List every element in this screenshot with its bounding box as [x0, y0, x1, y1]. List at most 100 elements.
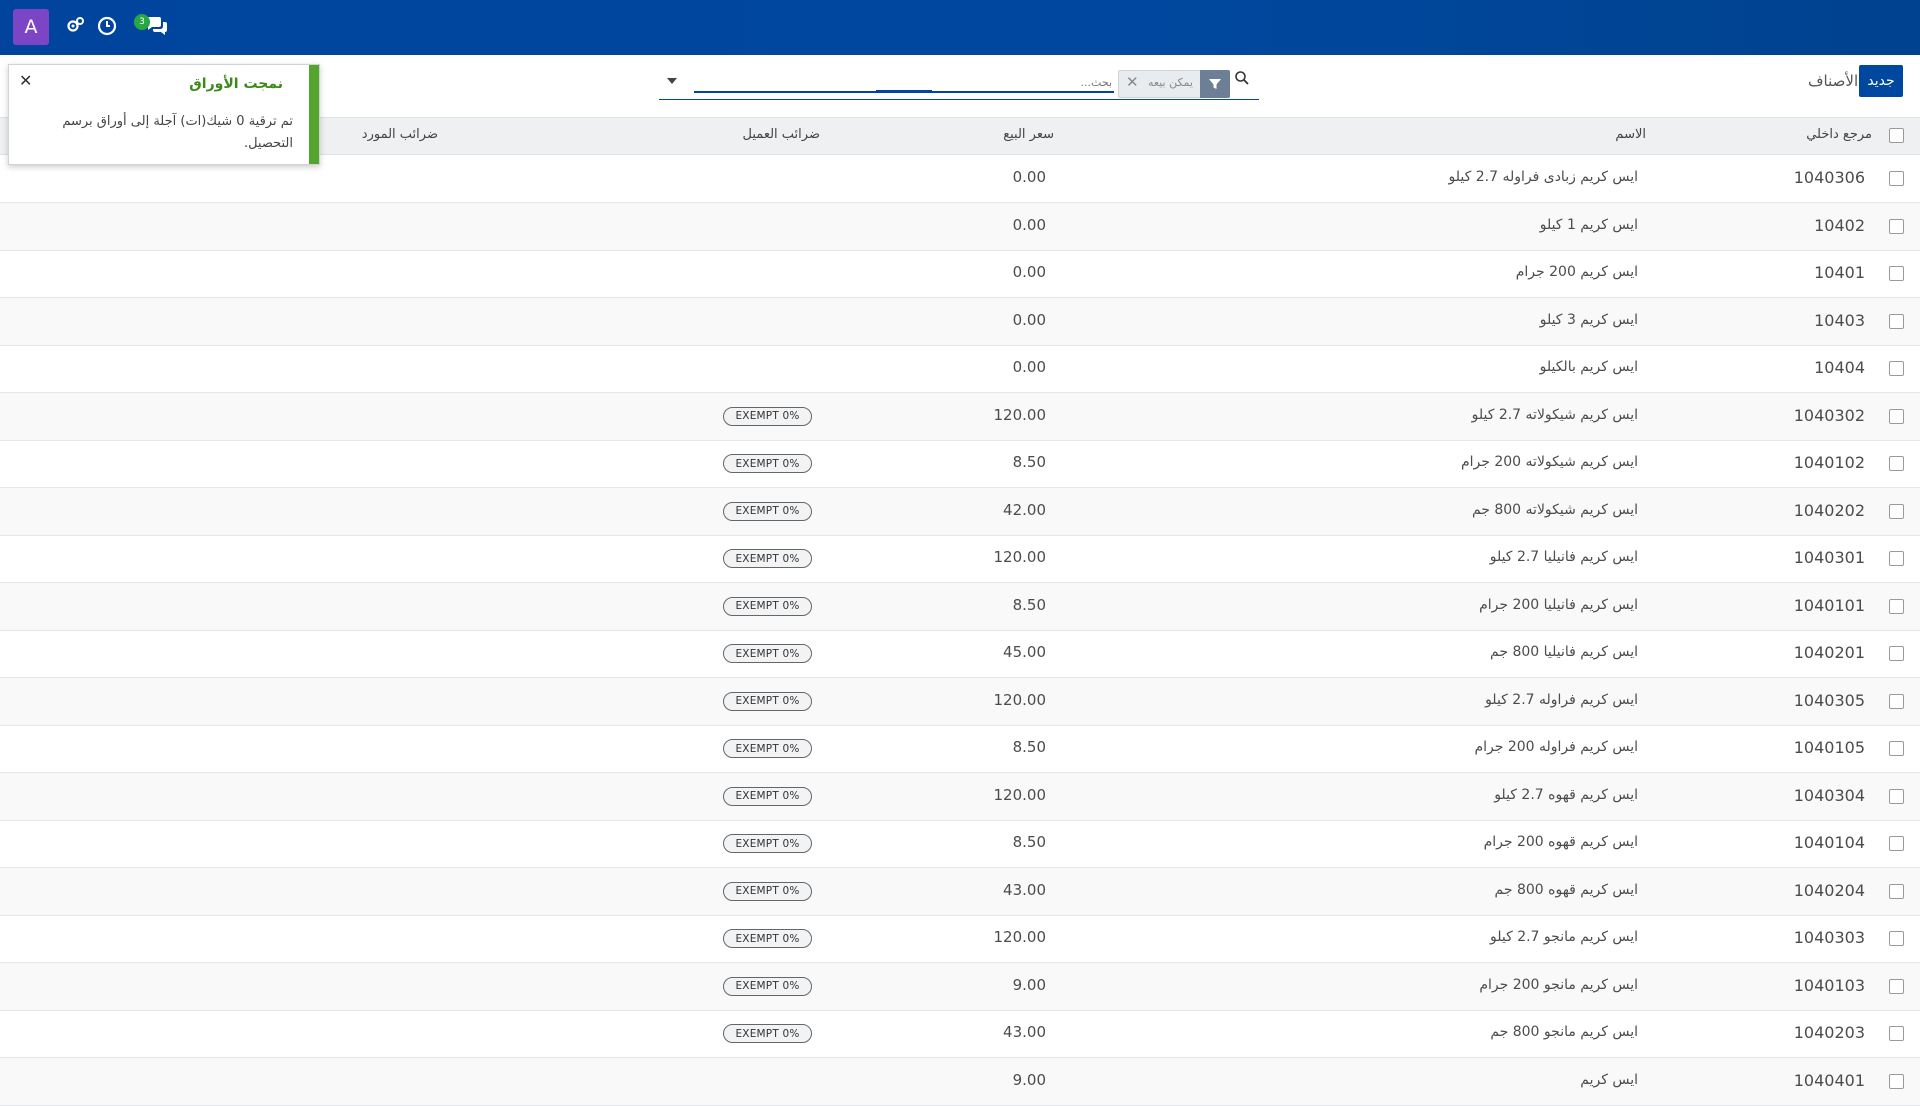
row-checkbox[interactable]	[1889, 883, 1904, 899]
row-checkbox[interactable]	[1889, 218, 1904, 234]
search-focus-indicator	[876, 90, 932, 93]
table-row[interactable]: 1040304 ايس كريم قهوه 2.7 كيلو 120.00 EXEMP…	[0, 772, 1920, 821]
activity-clock-icon[interactable]	[96, 15, 120, 39]
table-row[interactable]: 1040104 ايس كريم قهوه 200 جرام 8.50 EXEMPT …	[0, 820, 1920, 868]
table-row[interactable]: 1040101 ايس كريم فانيليا 200 جرام 8.50 EXEM…	[0, 582, 1920, 631]
cell-name: ايس كريم فراوله 2.7 كيلو	[1485, 691, 1638, 708]
search-icon[interactable]	[1234, 70, 1254, 90]
table-row[interactable]: 10402 ايس كريم 1 كيلو 0.00	[0, 202, 1920, 251]
cell-name: ايس كريم شيكولاته 200 جرام	[1460, 454, 1638, 470]
table-row[interactable]: 1040204 ايس كريم قهوه 800 جم 43.00 EXEMPT 0…	[0, 867, 1920, 916]
cell-name: ايس كريم 200 جرام	[1515, 264, 1638, 280]
row-checkbox[interactable]	[1889, 266, 1904, 281]
cell-name: ايس كريم فراوله 200 جرام	[1474, 739, 1638, 755]
header-customer-taxes[interactable]: ضرائب العميل	[743, 127, 820, 142]
facet-remove-icon[interactable]: ✕	[1126, 73, 1139, 91]
cell-sale-price: 120.00	[993, 785, 1047, 804]
row-checkbox[interactable]	[1889, 978, 1904, 994]
table-row[interactable]: 1040203 ايس كريم مانجو 800 جم 43.00 EXEMPT …	[0, 1010, 1920, 1058]
customer-tax-badge: EXEMPT 0%	[723, 596, 812, 616]
table-row[interactable]: 10404 ايس كريم بالكيلو 0.00	[0, 345, 1920, 393]
search-options-caret-icon[interactable]	[667, 78, 677, 84]
header-internal-ref[interactable]: مرجع داخلي	[1806, 127, 1872, 142]
header-sale-price[interactable]: سعر البيع	[1003, 127, 1054, 142]
row-checkbox[interactable]	[1889, 741, 1904, 756]
cell-sale-price: 43.00	[1003, 880, 1046, 899]
table-row[interactable]: 1040302 ايس كريم شيكولاته 2.7 كيلو 120.00 E…	[0, 392, 1920, 441]
messages-count-badge: 3	[134, 14, 150, 30]
table-row[interactable]: 1040303 ايس كريم مانجو 2.7 كيلو 120.00 EXEM…	[0, 915, 1920, 963]
table-row[interactable]: 1040301 ايس كريم فانيليا 2.7 كيلو 120.00 EX…	[0, 535, 1920, 583]
row-checkbox[interactable]	[1889, 931, 1904, 946]
cell-name: ايس كريم زبادى فراوله 2.7 كيلو	[1448, 169, 1638, 185]
cell-internal-ref: 1040201	[1793, 643, 1865, 662]
customer-tax-badge: EXEMPT 0%	[723, 834, 812, 853]
row-checkbox[interactable]	[1889, 503, 1904, 519]
row-checkbox[interactable]	[1889, 361, 1904, 376]
cell-name: ايس كريم قهوه 800 جم	[1494, 881, 1638, 898]
toast-status-bar	[309, 65, 319, 164]
row-checkbox[interactable]	[1889, 598, 1904, 614]
cell-name: ايس كريم فانيليا 2.7 كيلو	[1489, 549, 1638, 565]
row-checkbox[interactable]	[1889, 693, 1904, 709]
customer-tax-badge: EXEMPT 0%	[723, 739, 812, 758]
row-checkbox[interactable]	[1889, 408, 1904, 424]
row-checkbox[interactable]	[1889, 836, 1904, 851]
customer-tax-badge: EXEMPT 0%	[723, 929, 812, 948]
select-all-checkbox[interactable]	[1889, 128, 1904, 143]
settings-gears-icon[interactable]	[66, 15, 90, 39]
table-row[interactable]: 1040305 ايس كريم فراوله 2.7 كيلو 120.00 EXE…	[0, 677, 1920, 726]
cell-sale-price: 42.00	[1003, 500, 1046, 519]
cell-sale-price: 0.00	[1012, 168, 1046, 186]
customer-tax-badge: EXEMPT 0%	[723, 881, 812, 901]
cell-name: ايس كريم 1 كيلو	[1539, 216, 1638, 233]
cell-internal-ref: 1040306	[1793, 168, 1865, 187]
table-row[interactable]: 1040103 ايس كريم مانجو 200 جرام 9.00 EXEMPT…	[0, 962, 1920, 1011]
customer-tax-badge: EXEMPT 0%	[723, 501, 812, 521]
table-row[interactable]: 10403 ايس كريم 3 كيلو 0.00	[0, 297, 1920, 346]
row-checkbox[interactable]	[1889, 788, 1904, 804]
cell-sale-price: 120.00	[993, 548, 1047, 566]
table-row[interactable]: 1040102 ايس كريم شيكولاته 200 جرام 8.50 EXE…	[0, 440, 1920, 488]
row-checkbox[interactable]	[1889, 171, 1904, 186]
table-row[interactable]: 10401 ايس كريم 200 جرام 0.00	[0, 250, 1920, 298]
cell-internal-ref: 1040203	[1793, 1023, 1865, 1042]
cell-name: ايس كريم قهوه 2.7 كيلو	[1494, 786, 1638, 803]
user-avatar[interactable]: A	[13, 9, 49, 45]
cell-sale-price: 0.00	[1012, 215, 1046, 234]
cell-internal-ref: 1040202	[1793, 500, 1865, 520]
cell-sale-price: 45.00	[1003, 643, 1046, 661]
cell-sale-price: 0.00	[1012, 310, 1046, 329]
cell-internal-ref: 1040305	[1793, 690, 1865, 710]
cell-internal-ref: 1040303	[1793, 928, 1865, 947]
cell-name: ايس كريم بالكيلو	[1539, 359, 1638, 375]
customer-tax-badge: EXEMPT 0%	[723, 691, 812, 711]
row-checkbox[interactable]	[1889, 313, 1904, 329]
cell-internal-ref: 1040302	[1793, 405, 1865, 425]
row-checkbox[interactable]	[1889, 1073, 1904, 1089]
customer-tax-badge: EXEMPT 0%	[723, 1024, 812, 1043]
table-row[interactable]: 1040105 ايس كريم فراوله 200 جرام 8.50 EXEMP…	[0, 725, 1920, 773]
new-button[interactable]: جديد	[1859, 65, 1903, 97]
cell-sale-price: 9.00	[1012, 975, 1046, 994]
cell-sale-price: 120.00	[993, 928, 1047, 946]
table-row[interactable]: 1040401 ايس كريم 9.00	[0, 1057, 1920, 1106]
row-checkbox[interactable]	[1889, 1026, 1904, 1041]
cell-name: ايس كريم 3 كيلو	[1539, 311, 1638, 328]
cell-name: ايس كريم مانجو 2.7 كيلو	[1489, 929, 1638, 945]
row-checkbox[interactable]	[1889, 646, 1904, 661]
table-row[interactable]: 1040202 ايس كريم شيكولاته 800 جم 42.00 EXEM…	[0, 487, 1920, 536]
row-checkbox[interactable]	[1889, 456, 1904, 471]
top-navbar: A 3	[0, 0, 1920, 55]
customer-tax-badge: EXEMPT 0%	[723, 644, 812, 663]
header-name[interactable]: الاسم	[1615, 127, 1646, 142]
cell-name: ايس كريم مانجو 200 جرام	[1479, 976, 1638, 993]
header-vendor-taxes[interactable]: ضرائب المورد	[362, 127, 438, 142]
cell-name: ايس كريم شيكولاته 2.7 كيلو	[1471, 406, 1638, 423]
row-checkbox[interactable]	[1889, 551, 1904, 566]
toast-message: تم ترقية 0 شيك(ات) آجلة إلى أوراق برسم ا…	[62, 114, 293, 151]
facet-label: يمكن بيعه	[1148, 76, 1193, 89]
cell-internal-ref: 1040101	[1793, 595, 1865, 615]
close-icon[interactable]: ✕	[19, 71, 32, 90]
table-row[interactable]: 1040201 ايس كريم فانيليا 800 جم 45.00 EXEMP…	[0, 630, 1920, 678]
